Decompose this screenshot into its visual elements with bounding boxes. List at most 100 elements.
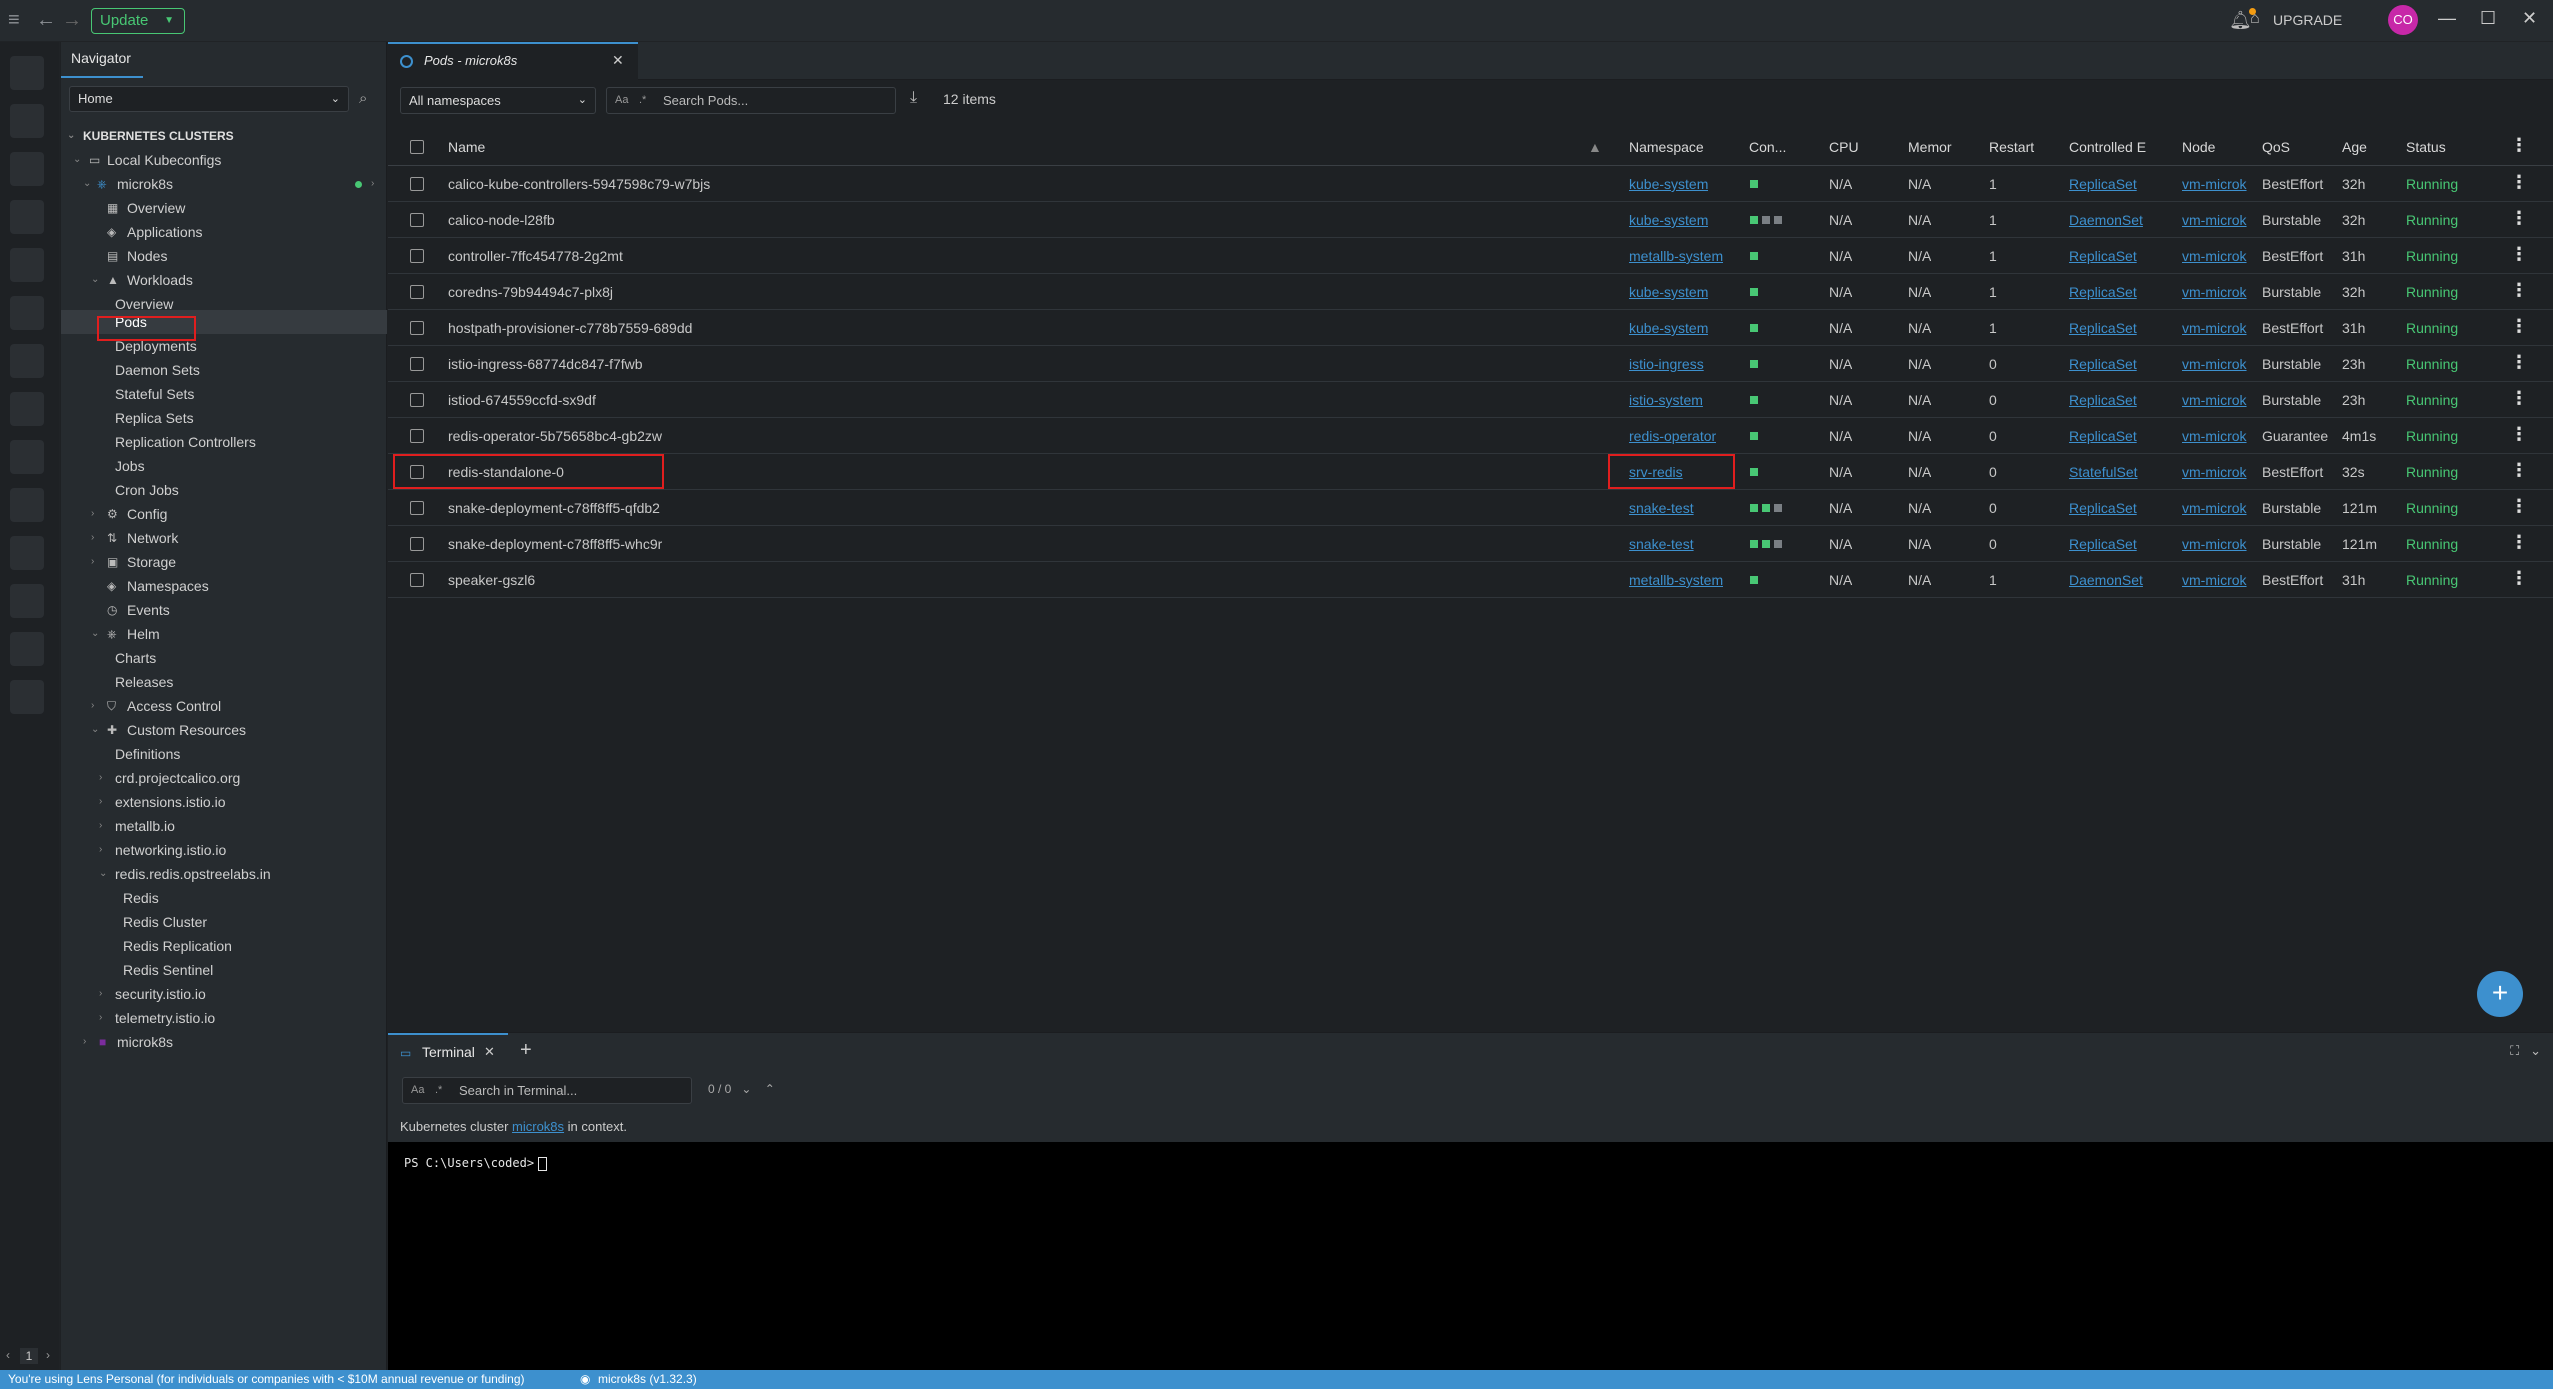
regex-toggle[interactable]: .* xyxy=(639,88,646,113)
namespace-select[interactable]: All namespaces ⌄ xyxy=(400,87,596,114)
fullscreen-icon[interactable]: ⛶ xyxy=(2510,1043,2519,1058)
container-status-dot[interactable] xyxy=(1750,540,1758,548)
hotbar-slot[interactable] xyxy=(10,200,44,234)
maximize-icon[interactable]: ☐ xyxy=(2480,8,2496,29)
row-checkbox[interactable] xyxy=(410,321,424,335)
sidebar-item-access-control[interactable]: › ⛉ Access Control xyxy=(61,694,387,718)
namespace-link[interactable]: kube-system xyxy=(1629,202,1708,238)
pod-name[interactable]: coredns-79b94494c7-plx8j xyxy=(448,274,613,310)
sidebar-item-replication-controllers[interactable]: Replication Controllers xyxy=(61,430,387,454)
container-status-dot[interactable] xyxy=(1762,540,1770,548)
chevron-down-icon[interactable]: ⌄ xyxy=(2530,1043,2541,1058)
controlled-by-link[interactable]: ReplicaSet xyxy=(2069,382,2137,418)
pod-name[interactable]: istio-ingress-68774dc847-f7fwb xyxy=(448,346,643,382)
container-status-dot[interactable] xyxy=(1774,504,1782,512)
row-menu-icon[interactable]: ⋮ xyxy=(2510,532,2528,553)
row-checkbox[interactable] xyxy=(410,573,424,587)
col-containers[interactable]: Con... xyxy=(1749,128,1786,166)
chevron-down-icon[interactable]: ⌄ xyxy=(741,1082,751,1096)
table-row[interactable]: istio-ingress-68774dc847-f7fwb istio-ingr… xyxy=(388,346,2553,382)
container-status-dot[interactable] xyxy=(1762,504,1770,512)
table-row[interactable]: snake-deployment-c78ff8ff5-qfdb2 snake-te… xyxy=(388,490,2553,526)
table-row[interactable]: coredns-79b94494c7-plx8j kube-system N/A N/… xyxy=(388,274,2553,310)
col-name[interactable]: Name xyxy=(448,128,485,166)
row-checkbox[interactable] xyxy=(410,249,424,263)
hotbar-page-number[interactable]: 1 xyxy=(20,1348,38,1364)
sidebar-item-definitions[interactable]: Definitions xyxy=(61,742,387,766)
hotbar-slot[interactable] xyxy=(10,536,44,570)
hotbar-slot[interactable] xyxy=(10,440,44,474)
sidebar-item-networking-istio[interactable]: › networking.istio.io xyxy=(61,838,387,862)
close-window-icon[interactable]: ✕ xyxy=(2522,8,2537,29)
table-row[interactable]: calico-node-l28fb kube-system N/A N/A 1 Daemo… xyxy=(388,202,2553,238)
sidebar-item-daemon-sets[interactable]: Daemon Sets xyxy=(61,358,387,382)
col-restarts[interactable]: Restart xyxy=(1989,128,2044,166)
container-status-dot[interactable] xyxy=(1750,180,1758,188)
node-link[interactable]: vm-microk xyxy=(2182,202,2264,238)
container-status-dot[interactable] xyxy=(1750,360,1758,368)
container-status-dot[interactable] xyxy=(1774,540,1782,548)
sidebar-item-redis-sentinel[interactable]: Redis Sentinel xyxy=(61,958,387,982)
row-checkbox[interactable] xyxy=(410,501,424,515)
row-checkbox[interactable] xyxy=(410,393,424,407)
new-terminal-icon[interactable]: + xyxy=(520,1039,532,1062)
table-row[interactable]: speaker-gszl6 metallb-system N/A N/A 1 Daemon… xyxy=(388,562,2553,598)
sidebar-item-deployments[interactable]: Deployments xyxy=(61,334,387,358)
namespace-link[interactable]: kube-system xyxy=(1629,310,1708,346)
node-link[interactable]: vm-microk xyxy=(2182,562,2264,598)
node-link[interactable]: vm-microk xyxy=(2182,526,2264,562)
col-cpu[interactable]: CPU xyxy=(1829,128,1859,166)
table-row[interactable]: hostpath-provisioner-c778b7559-689dd kube… xyxy=(388,310,2553,346)
hotbar-slot[interactable] xyxy=(10,56,44,90)
case-sensitive-toggle[interactable]: Aa xyxy=(615,88,628,113)
namespace-link[interactable]: istio-ingress xyxy=(1629,346,1704,382)
pod-name[interactable]: istiod-674559ccfd-sx9df xyxy=(448,382,596,418)
table-row[interactable]: istiod-674559ccfd-sx9df istio-system N/A N/… xyxy=(388,382,2553,418)
container-status-dot[interactable] xyxy=(1750,288,1758,296)
back-arrow-icon[interactable]: ← xyxy=(36,10,56,30)
container-status-dot[interactable] xyxy=(1750,468,1758,476)
upgrade-link[interactable]: UPGRADE xyxy=(2273,9,2342,31)
sidebar-item-redis[interactable]: Redis xyxy=(61,886,387,910)
container-status-dot[interactable] xyxy=(1750,396,1758,404)
sidebar-item-helm[interactable]: ⌄ ⎈ Helm xyxy=(61,622,387,646)
hotbar-slot[interactable] xyxy=(10,680,44,714)
namespace-link[interactable]: snake-test xyxy=(1629,490,1694,526)
sidebar-item-overview[interactable]: ▦ Overview xyxy=(61,196,387,220)
hotbar-slot[interactable] xyxy=(10,584,44,618)
container-status-dot[interactable] xyxy=(1750,252,1758,260)
sidebar-item-redis-cluster[interactable]: Redis Cluster xyxy=(61,910,387,934)
local-kubeconfigs[interactable]: ⌄ ▭ Local Kubeconfigs xyxy=(61,148,387,172)
columns-menu-icon[interactable]: ⋮ xyxy=(2510,135,2528,156)
row-menu-icon[interactable]: ⋮ xyxy=(2510,496,2528,517)
container-status-dot[interactable] xyxy=(1774,216,1782,224)
terminal-output[interactable]: PS C:\Users\coded> xyxy=(388,1142,2553,1370)
namespace-link[interactable]: metallb-system xyxy=(1629,562,1723,598)
pod-search-input[interactable]: Aa .* Search Pods... xyxy=(606,87,896,114)
pod-name[interactable]: calico-node-l28fb xyxy=(448,202,555,238)
controlled-by-link[interactable]: ReplicaSet xyxy=(2069,238,2137,274)
table-row[interactable]: redis-standalone-0 srv-redis N/A N/A 0 Statef… xyxy=(388,454,2553,490)
node-link[interactable]: vm-microk xyxy=(2182,490,2264,526)
select-all-checkbox[interactable] xyxy=(410,140,424,154)
sidebar-item-extensions-istio[interactable]: › extensions.istio.io xyxy=(61,790,387,814)
add-resource-button[interactable]: + xyxy=(2477,971,2523,1017)
table-row[interactable]: redis-operator-5b75658bc4-gb2zw redis-ope… xyxy=(388,418,2553,454)
node-link[interactable]: vm-microk xyxy=(2182,238,2264,274)
namespace-link[interactable]: istio-system xyxy=(1629,382,1703,418)
sidebar-item-nodes[interactable]: ▤ Nodes xyxy=(61,244,387,268)
sidebar-item-replica-sets[interactable]: Replica Sets xyxy=(61,406,387,430)
node-link[interactable]: vm-microk xyxy=(2182,418,2264,454)
sidebar-item-applications[interactable]: ◈ Applications xyxy=(61,220,387,244)
node-link[interactable]: vm-microk xyxy=(2182,310,2264,346)
hotbar-slot[interactable] xyxy=(10,248,44,282)
hamburger-menu-icon[interactable]: ≡ xyxy=(8,10,20,30)
controlled-by-link[interactable]: ReplicaSet xyxy=(2069,346,2137,382)
sidebar-item-redis-replication[interactable]: Redis Replication xyxy=(61,934,387,958)
cluster-microk8s-bottom[interactable]: › ■ microk8s xyxy=(61,1030,387,1054)
sidebar-item-charts[interactable]: Charts xyxy=(61,646,387,670)
pod-name[interactable]: snake-deployment-c78ff8ff5-whc9r xyxy=(448,526,662,562)
node-link[interactable]: vm-microk xyxy=(2182,454,2264,490)
row-menu-icon[interactable]: ⋮ xyxy=(2510,460,2528,481)
sidebar-item-metallb[interactable]: › metallb.io xyxy=(61,814,387,838)
